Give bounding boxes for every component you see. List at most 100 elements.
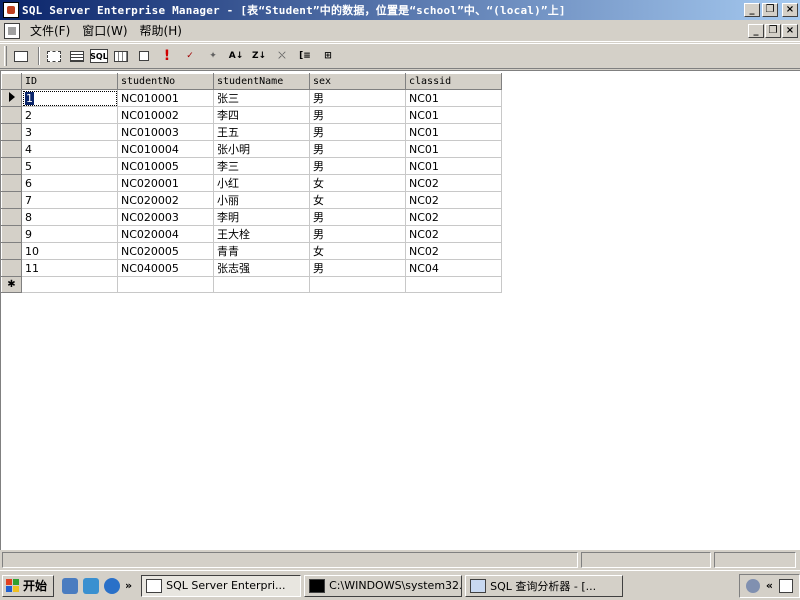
table-row[interactable]: 9 NC020004 王大栓男 NC02 bbox=[1, 225, 502, 243]
cell-id[interactable]: 5 bbox=[21, 157, 118, 175]
close-button[interactable]: × bbox=[782, 3, 798, 17]
cell-id[interactable]: 1 bbox=[21, 89, 118, 107]
sql-service-manager-icon[interactable] bbox=[745, 578, 760, 593]
grid-corner[interactable] bbox=[1, 73, 22, 90]
row-selector[interactable] bbox=[1, 191, 22, 209]
cell-classid[interactable]: NC04 bbox=[405, 259, 502, 277]
column-header-sex[interactable]: sex bbox=[309, 73, 406, 90]
cell-id[interactable]: 4 bbox=[21, 140, 118, 158]
cell-studentno[interactable]: NC020004 bbox=[117, 225, 214, 243]
new-row-cell-classid[interactable] bbox=[405, 276, 502, 293]
cell-classid[interactable]: NC01 bbox=[405, 123, 502, 141]
cell-classid[interactable]: NC02 bbox=[405, 191, 502, 209]
show-results-pane-icon[interactable] bbox=[111, 46, 131, 66]
cell-sex[interactable]: 女 bbox=[309, 191, 406, 209]
start-button[interactable]: 开始 bbox=[2, 574, 55, 597]
cell-sex[interactable]: 女 bbox=[309, 242, 406, 260]
child-window-icon[interactable] bbox=[4, 22, 20, 39]
cell-studentno[interactable]: NC010003 bbox=[117, 123, 214, 141]
cell-id[interactable]: 11 bbox=[21, 259, 118, 277]
cell-sex[interactable]: 女 bbox=[309, 174, 406, 192]
show-grid-pane-icon[interactable] bbox=[67, 46, 87, 66]
show-sql-pane-icon[interactable]: SQL bbox=[90, 49, 108, 63]
cell-sex[interactable]: 男 bbox=[309, 208, 406, 226]
cell-studentname[interactable]: 李三 bbox=[213, 157, 310, 175]
cell-studentno[interactable]: NC020005 bbox=[117, 242, 214, 260]
cell-sex[interactable]: 男 bbox=[309, 259, 406, 277]
cell-classid[interactable]: NC01 bbox=[405, 157, 502, 175]
cell-id[interactable]: 7 bbox=[21, 191, 118, 209]
results-grid-pane[interactable]: ID studentNo studentName sex classid 1 NC… bbox=[0, 70, 800, 550]
row-selector[interactable] bbox=[1, 259, 22, 277]
run-icon[interactable]: ! bbox=[157, 46, 177, 66]
internet-explorer-icon[interactable] bbox=[104, 577, 121, 594]
cell-classid[interactable]: NC01 bbox=[405, 89, 502, 107]
row-selector[interactable] bbox=[1, 242, 22, 260]
table-row[interactable]: 8 NC020003 李明男 NC02 bbox=[1, 208, 502, 226]
column-header-studentname[interactable]: studentName bbox=[213, 73, 310, 90]
cell-studentname[interactable]: 张志强 bbox=[213, 259, 310, 277]
cell-studentno[interactable]: NC010001 bbox=[117, 89, 214, 107]
new-row-cell-id[interactable] bbox=[21, 276, 118, 293]
task-enterprise-manager[interactable]: SQL Server Enterpri... bbox=[141, 574, 302, 597]
cell-studentname[interactable]: 小红 bbox=[213, 174, 310, 192]
cell-studentno[interactable]: NC020002 bbox=[117, 191, 214, 209]
cell-id[interactable]: 8 bbox=[21, 208, 118, 226]
change-query-type-icon[interactable] bbox=[134, 46, 154, 66]
new-row-marker-icon[interactable]: ✱ bbox=[1, 276, 22, 293]
child-close-button[interactable]: × bbox=[782, 23, 798, 38]
row-selector[interactable] bbox=[1, 157, 22, 175]
restore-button[interactable]: ❐ bbox=[762, 3, 778, 17]
table-row[interactable]: 7 NC020002 小丽女 NC02 bbox=[1, 191, 502, 209]
new-row-cell-studentno[interactable] bbox=[117, 276, 214, 293]
row-selector[interactable] bbox=[1, 140, 22, 158]
cell-classid[interactable]: NC02 bbox=[405, 208, 502, 226]
cell-studentname[interactable]: 王大栓 bbox=[213, 225, 310, 243]
verify-sql-icon[interactable]: ✓ bbox=[180, 46, 200, 66]
cell-studentname[interactable]: 王五 bbox=[213, 123, 310, 141]
sort-ascending-icon[interactable]: A↓ bbox=[226, 46, 246, 66]
column-header-classid[interactable]: classid bbox=[405, 73, 502, 90]
cell-id[interactable]: 9 bbox=[21, 225, 118, 243]
cell-studentname[interactable]: 青青 bbox=[213, 242, 310, 260]
row-selector[interactable] bbox=[1, 89, 22, 107]
table-row[interactable]: 2 NC010002 李四男 NC01 bbox=[1, 106, 502, 124]
cell-classid[interactable]: NC02 bbox=[405, 174, 502, 192]
remove-filter-icon[interactable]: ✦ bbox=[203, 46, 223, 66]
cell-studentno[interactable]: NC010002 bbox=[117, 106, 214, 124]
cell-classid[interactable]: NC02 bbox=[405, 242, 502, 260]
new-row[interactable]: ✱ bbox=[1, 276, 502, 293]
cell-classid[interactable]: NC02 bbox=[405, 225, 502, 243]
cell-studentname[interactable]: 李四 bbox=[213, 106, 310, 124]
table-row[interactable]: 10 NC020005 青青女 NC02 bbox=[1, 242, 502, 260]
menu-window[interactable]: 窗口(W) bbox=[78, 20, 135, 41]
properties-icon[interactable] bbox=[11, 46, 31, 66]
cell-studentno[interactable]: NC010005 bbox=[117, 157, 214, 175]
cell-sex[interactable]: 男 bbox=[309, 106, 406, 124]
row-selector[interactable] bbox=[1, 123, 22, 141]
table-row[interactable]: 4 NC010004 张小明男 NC01 bbox=[1, 140, 502, 158]
row-selector[interactable] bbox=[1, 208, 22, 226]
cell-sex[interactable]: 男 bbox=[309, 89, 406, 107]
task-command-prompt[interactable]: C:\WINDOWS\system32... bbox=[304, 574, 463, 597]
toolbar-grip[interactable] bbox=[4, 46, 7, 66]
tray-expand-chevron[interactable]: « bbox=[766, 579, 773, 592]
column-header-id[interactable]: ID bbox=[21, 73, 118, 90]
quick-launch-more-chevron[interactable]: » bbox=[125, 579, 132, 592]
cell-studentname[interactable]: 张小明 bbox=[213, 140, 310, 158]
cell-id[interactable]: 3 bbox=[21, 123, 118, 141]
table-row[interactable]: 6 NC020001 小红女 NC02 bbox=[1, 174, 502, 192]
cell-studentno[interactable]: NC040005 bbox=[117, 259, 214, 277]
child-minimize-button[interactable]: _ bbox=[748, 23, 764, 38]
cell-studentno[interactable]: NC020003 bbox=[117, 208, 214, 226]
menu-file[interactable]: 文件(F) bbox=[26, 20, 78, 41]
row-selector[interactable] bbox=[1, 174, 22, 192]
sort-descending-icon[interactable]: Z↓ bbox=[249, 46, 269, 66]
table-row[interactable]: 3 NC010003 王五男 NC01 bbox=[1, 123, 502, 141]
menu-help[interactable]: 帮助(H) bbox=[136, 20, 190, 41]
group-by-icon[interactable]: [≡ bbox=[295, 46, 315, 66]
cell-studentname[interactable]: 小丽 bbox=[213, 191, 310, 209]
cell-studentno[interactable]: NC010004 bbox=[117, 140, 214, 158]
table-row[interactable]: 11 NC040005 张志强男 NC04 bbox=[1, 259, 502, 277]
row-selector[interactable] bbox=[1, 106, 22, 124]
